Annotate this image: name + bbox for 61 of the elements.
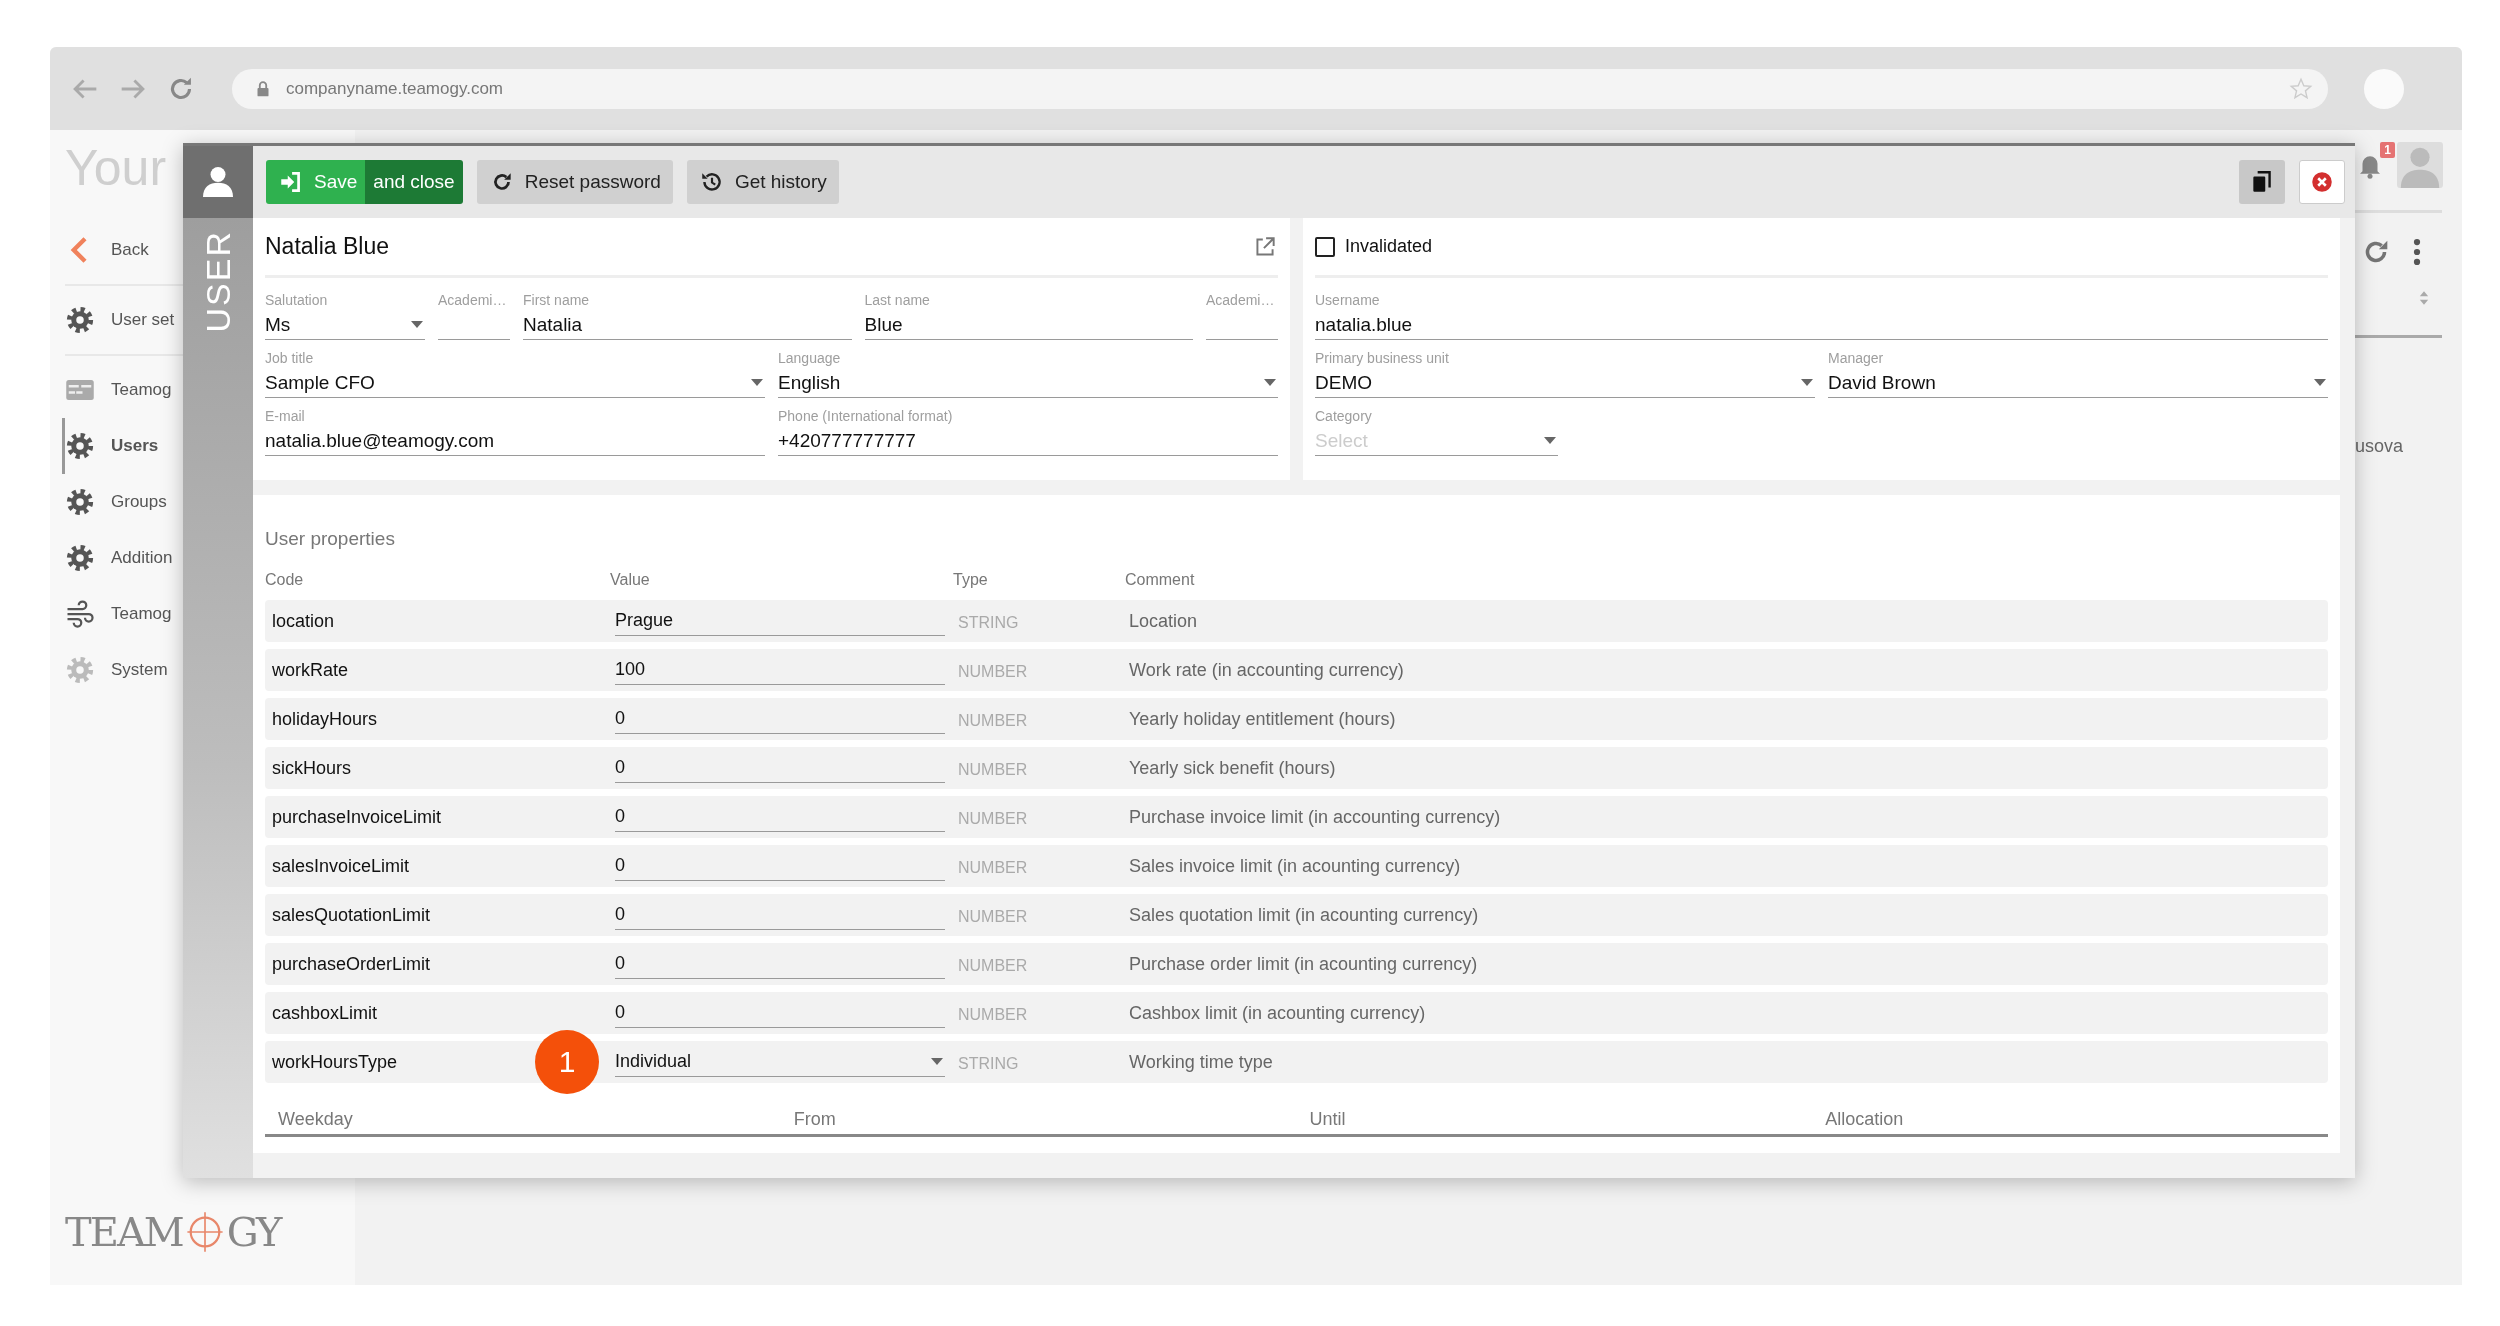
step-marker: 1 [535, 1030, 599, 1094]
table-cell-text: STRING [957, 1054, 1020, 1073]
column-header: Comment [1125, 571, 1196, 589]
column-header: Code [265, 571, 305, 589]
table-cell-text: Sales invoice limit (in acounting currency) [1128, 855, 1462, 877]
table-cell: purchaseInvoiceLimit [272, 806, 442, 828]
field-label: Academi… [1206, 291, 1276, 310]
column-header: Allocation [1824, 1109, 1905, 1130]
table-cell: salesInvoiceLimit [272, 855, 410, 877]
table-cell: workRate [272, 659, 349, 681]
table-cell: purchaseOrderLimit [272, 953, 431, 975]
checkbox-label: Invalidated [1345, 236, 1433, 257]
table-cell-text: NUMBER [957, 907, 1029, 926]
back-label: Back [111, 240, 149, 260]
table-cell-text: Location [1128, 610, 1199, 632]
table-cell: workHoursType [272, 1051, 398, 1073]
column-header: Until [1308, 1109, 1347, 1130]
user-name-title: Natalia Blue [265, 233, 390, 260]
table-cell-text: Yearly holiday entitlement (hours) [1128, 708, 1397, 730]
table-cell-text: NUMBER [957, 956, 1029, 975]
table-cell-text: Purchase order limit (in acounting currency) [1128, 953, 1479, 975]
table-cell-text: NUMBER [957, 1005, 1029, 1024]
field-label: Job title [265, 349, 315, 368]
field-label: Last name [864, 291, 931, 310]
field-label: Language [778, 349, 842, 368]
table-cell: holidayHours [272, 708, 378, 730]
field-label: First name [523, 291, 591, 310]
field-label: Username [1315, 291, 1381, 310]
column-header: From [792, 1109, 837, 1130]
table-cell-text: NUMBER [957, 760, 1029, 779]
column-header: Value [610, 571, 651, 589]
field-label: Manager [1828, 349, 1885, 368]
field-label: E-mail [265, 407, 306, 426]
table-cell-text: Work rate (in accounting currency) [1128, 659, 1405, 681]
table-cell-text: Working time type [1128, 1051, 1274, 1073]
field-label: Salutation [265, 291, 329, 310]
table-cell-text: NUMBER [957, 858, 1029, 877]
table-cell-text: Yearly sick benefit (hours) [1128, 757, 1337, 779]
field-label: Category [1315, 407, 1373, 426]
table-cell-text: Cashbox limit (in acounting currency) [1128, 1002, 1427, 1024]
table-cell: salesQuotationLimit [272, 904, 431, 926]
section-title: User properties [265, 528, 396, 551]
table-cell-text: NUMBER [957, 809, 1029, 828]
url-text: companyname.teamogy.com [286, 78, 504, 99]
table-cell-text: STRING [957, 613, 1020, 632]
field-label: Primary business unit [1315, 349, 1450, 368]
column-header: Weekday [277, 1109, 354, 1130]
field-label: Academi… [438, 291, 508, 310]
table-cell-text: Sales quotation limit (in acounting currency) [1128, 904, 1480, 926]
list-text: usova [2355, 436, 2405, 457]
table-cell-text: NUMBER [957, 662, 1029, 681]
field-label: Phone (International format) [778, 407, 954, 426]
table-cell: sickHours [272, 757, 351, 779]
side-label: USER [198, 230, 238, 333]
table-cell-text: Purchase invoice limit (in accounting currency) [1128, 806, 1502, 828]
teamogy-logo: TEAM GY [65, 1209, 283, 1255]
notification-badge: 1 [2380, 142, 2395, 158]
table-cell: cashboxLimit [272, 1002, 378, 1024]
table-cell-text: NUMBER [957, 711, 1029, 730]
column-header: Type [953, 571, 989, 589]
table-cell: location [272, 610, 335, 632]
